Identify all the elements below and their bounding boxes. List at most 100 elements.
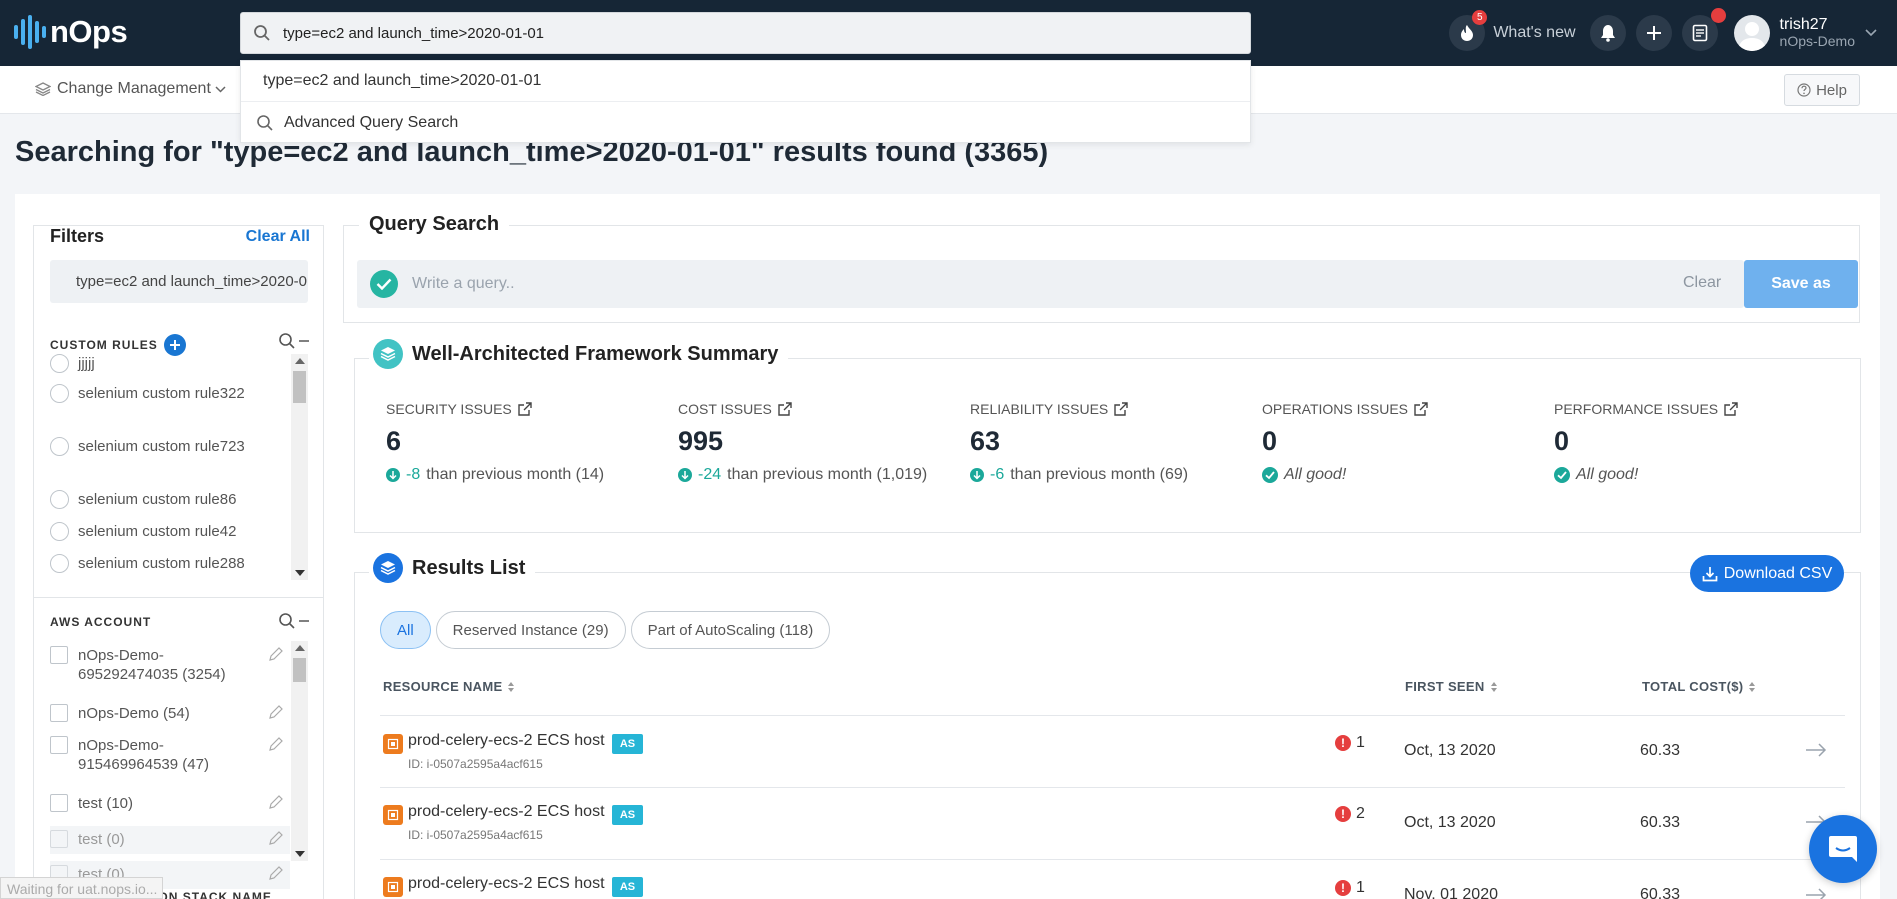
add-button[interactable] [1635, 15, 1672, 51]
custom-rule-item[interactable]: selenium custom rule723 [50, 437, 245, 456]
radio-button[interactable] [50, 354, 69, 373]
scroll-down-arrow-icon[interactable] [295, 570, 305, 576]
radio-button[interactable] [50, 490, 69, 509]
aws-account-item[interactable]: test (10) [50, 794, 290, 813]
aws-account-item[interactable]: test (0) [50, 826, 290, 854]
column-header-first-seen[interactable]: FIRST SEEN [1405, 679, 1498, 694]
edit-pencil-icon[interactable] [268, 646, 284, 662]
external-link-icon[interactable] [1723, 401, 1739, 417]
global-search-input[interactable] [283, 24, 1183, 42]
user-menu[interactable]: trish27 nOps-Demo [1780, 16, 1855, 50]
add-custom-rule-button[interactable] [163, 334, 186, 356]
scroll-down-arrow-icon[interactable] [295, 851, 305, 857]
notifications-button[interactable] [1589, 15, 1626, 51]
plus-icon [1646, 26, 1661, 40]
arrow-right-icon[interactable] [1805, 888, 1827, 899]
radio-button[interactable] [50, 554, 69, 573]
external-link-icon[interactable] [1413, 401, 1429, 417]
edit-pencil-icon[interactable] [268, 736, 284, 752]
collapse-icon[interactable] [298, 619, 310, 623]
table-row[interactable]: prod-celery-ecs-2 ECS host AS ID: i-0507… [380, 716, 1845, 787]
query-input[interactable]: Write a query.. Clear [357, 260, 1744, 308]
edit-pencil-icon[interactable] [268, 704, 284, 720]
scroll-up-arrow-icon[interactable] [295, 358, 305, 364]
edit-pencil-icon[interactable] [268, 830, 284, 846]
checkbox[interactable] [50, 646, 68, 664]
issue-count[interactable]: ! 1 [1335, 734, 1365, 752]
column-header-total-cost[interactable]: TOTAL COST($) [1642, 679, 1756, 694]
global-search-bar[interactable] [240, 12, 1251, 54]
table-row[interactable]: prod-celery-ecs-2 ECS host AS ! 1 Nov, 01… [380, 860, 1845, 899]
scroll-thumb[interactable] [293, 658, 306, 682]
custom-rule-item[interactable]: selenium custom rule86 [50, 490, 236, 509]
external-link-icon[interactable] [517, 401, 533, 417]
download-csv-button[interactable]: Download CSV [1690, 555, 1844, 592]
collapse-icon[interactable] [298, 339, 310, 343]
radio-button[interactable] [50, 384, 69, 403]
save-as-button[interactable]: Save as [1744, 260, 1858, 308]
change-management-menu[interactable]: Change Management [35, 80, 226, 98]
issue-count-value: 1 [1356, 879, 1365, 896]
column-header-resource-name[interactable]: RESOURCE NAME [383, 679, 515, 694]
query-clear-button[interactable]: Clear [1683, 274, 1721, 292]
help-button[interactable]: Help [1784, 74, 1860, 106]
scroll-thumb[interactable] [293, 371, 306, 403]
custom-rules-scrollbar[interactable] [291, 354, 308, 580]
edit-pencil-icon[interactable] [268, 865, 284, 881]
radio-button[interactable] [50, 437, 69, 456]
custom-rule-item[interactable]: selenium custom rule322 [50, 384, 245, 403]
whats-new-link[interactable]: What's new [1493, 24, 1575, 42]
radio-button[interactable] [50, 522, 69, 541]
checkbox[interactable] [50, 830, 68, 848]
table-row[interactable]: prod-celery-ecs-2 ECS host AS ID: i-0507… [380, 788, 1845, 859]
issue-count[interactable]: ! 1 [1335, 879, 1365, 897]
first-seen: Nov, 01 2020 [1404, 886, 1498, 899]
custom-rule-item[interactable]: selenium custom rule288 [50, 554, 245, 573]
chevron-down-icon[interactable] [1865, 29, 1877, 37]
avatar[interactable] [1733, 15, 1770, 51]
search-suggestion-item[interactable]: type=ec2 and launch_time>2020-01-01 [241, 61, 1250, 102]
nops-logo[interactable]: nOps [14, 14, 128, 50]
edit-pencil-icon[interactable] [268, 794, 284, 810]
search-icon[interactable] [278, 332, 296, 350]
resource-name[interactable]: prod-celery-ecs-2 ECS host [408, 875, 605, 893]
checkbox[interactable] [50, 736, 68, 754]
external-link-icon[interactable] [777, 401, 793, 417]
check-circle-icon [370, 270, 398, 298]
reports-button[interactable] [1681, 8, 1726, 51]
custom-rule-label: selenium custom rule288 [78, 555, 245, 572]
fire-button[interactable]: 5 [1449, 10, 1488, 51]
aws-account-item[interactable]: nOps-Demo-915469964539 (47) [50, 736, 290, 774]
external-link-icon[interactable] [1113, 401, 1129, 417]
user-org: nOps-Demo [1779, 33, 1855, 49]
chip-all[interactable]: All [380, 611, 431, 649]
custom-rule-label: selenium custom rule42 [78, 523, 237, 540]
search-icon[interactable] [278, 612, 296, 630]
aws-account-tools [278, 612, 310, 630]
user-avatar-icon [1737, 22, 1766, 51]
aws-account-item[interactable]: nOps-Demo (54) [50, 704, 290, 723]
filter-search-input[interactable]: type=ec2 and launch_time>2020-01-01 [50, 260, 308, 303]
scroll-up-arrow-icon[interactable] [295, 645, 305, 651]
aws-account-scrollbar[interactable] [291, 641, 308, 861]
chat-support-button[interactable] [1809, 815, 1877, 883]
total-cost: 60.33 [1640, 886, 1681, 899]
resource-id: ID: i-0507a2595a4acf615 [408, 828, 543, 842]
first-seen: Oct, 13 2020 [1404, 814, 1496, 831]
aws-account-item[interactable]: nOps-Demo-695292474035 (3254) [50, 646, 290, 684]
clear-all-button[interactable]: Clear All [245, 227, 310, 246]
chip-autoscaling[interactable]: Part of AutoScaling (118) [630, 611, 831, 649]
checkbox[interactable] [50, 704, 68, 722]
chip-reserved-instance[interactable]: Reserved Instance (29) [435, 611, 626, 649]
filters-header: Filters Clear All [50, 226, 310, 247]
custom-rule-item[interactable]: jjjjj [50, 354, 95, 373]
checkbox[interactable] [50, 794, 68, 812]
reliability-issues-card: RELIABILITY ISSUES 63 -6 than previous mo… [970, 401, 1250, 484]
advanced-query-search-item[interactable]: Advanced Query Search [241, 102, 1250, 143]
resource-name[interactable]: prod-celery-ecs-2 ECS host [408, 732, 605, 750]
custom-rule-label: selenium custom rule723 [78, 438, 245, 455]
arrow-right-icon[interactable] [1805, 743, 1827, 757]
resource-name[interactable]: prod-celery-ecs-2 ECS host [408, 803, 605, 821]
custom-rule-item[interactable]: selenium custom rule42 [50, 522, 236, 541]
issue-count[interactable]: ! 2 [1335, 805, 1365, 823]
